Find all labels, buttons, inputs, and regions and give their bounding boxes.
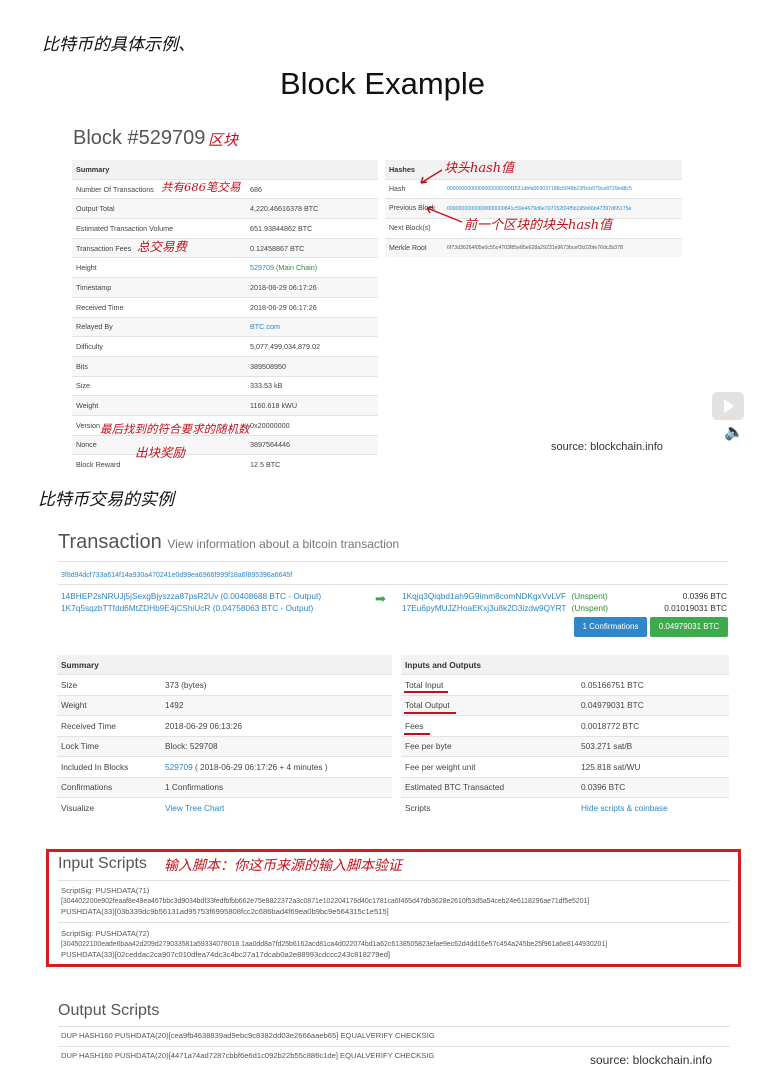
row-value: 1492: [161, 694, 392, 716]
row-value: 0.04979031 BTC: [577, 694, 729, 716]
row-value: Hide scripts & coinbase: [577, 797, 729, 818]
row-label: Received Time: [57, 715, 161, 736]
source-label-bottom: source: blockchain.info: [590, 1053, 713, 1067]
input-script-block: ScriptSig: PUSHDATA(71) [304402200e902fe…: [61, 886, 736, 918]
divider: [58, 880, 730, 881]
hide-scripts-link[interactable]: Hide scripts & coinbase: [581, 803, 668, 813]
source-label-top: source: blockchain.info: [551, 441, 663, 453]
input-address-link[interactable]: 1K7q5sqzbTTfdd6MtZDHb9E4jCShiUcR (0.0475…: [61, 603, 321, 615]
tx-subtitle: View information about a bitcoin transac…: [167, 537, 400, 551]
row-label: Lock Time: [57, 735, 161, 757]
output-amount: 0.01019031 BTC: [664, 602, 727, 613]
row-label: Weight: [57, 694, 161, 716]
input-scripts-title: Input Scripts: [58, 855, 147, 872]
divider: [58, 584, 728, 585]
included-block-link[interactable]: 529709: [165, 762, 193, 772]
io-header: Inputs and Outputs: [401, 655, 729, 675]
arrow-prev: [426, 207, 463, 223]
arrow-right-icon: ➡: [375, 591, 386, 606]
row-value: 0.0018772 BTC: [577, 715, 729, 736]
row-value: 1 Confirmations: [161, 776, 392, 798]
total-amount-button[interactable]: 0.04979031 BTC: [650, 617, 728, 637]
row-value: 373 (bytes): [161, 674, 392, 695]
row-value: 2018-06-29 06:13:26: [161, 715, 392, 736]
row-value: 503.271 sat/B: [577, 735, 729, 757]
row-label: Fee per weight unit: [401, 756, 577, 777]
output-script-line: DUP HASH160 PUSHDATA(20)[cea9fb4638839ad…: [61, 1031, 435, 1040]
tx-inputs: 14BHEP2sNRUJj5jSexgBjyszza87psR2Uv (0.00…: [61, 591, 321, 614]
speaker-icon[interactable]: 🔈: [724, 422, 744, 442]
row-label: Fee per byte: [401, 735, 577, 757]
handwritten-tx-heading: 比特币交易的实例: [38, 490, 174, 510]
divider: [58, 561, 728, 562]
script-line: [3045022100eade6baa42d209d279033581a5933…: [61, 940, 608, 948]
underline-fees: [404, 733, 430, 735]
media-play-icon[interactable]: [712, 392, 744, 420]
output-amount: 0.0396 BTC: [682, 591, 727, 601]
script-line: ScriptSig: PUSHDATA(71): [61, 886, 150, 895]
annotation-arrows: [420, 169, 463, 223]
input-address-link[interactable]: 14BHEP2sNRUJj5jSexgBjyszza87psR2Uv (0.00…: [61, 591, 321, 603]
row-label: Visualize: [57, 797, 161, 818]
tx-hash-link[interactable]: 3f8d94dcf733a614f14a930a470241e0d99ea696…: [61, 572, 292, 579]
tx-title-text: Transaction: [58, 531, 162, 553]
output-script-line: DUP HASH160 PUSHDATA(20)[4471a74ad7287cb…: [61, 1051, 435, 1060]
row-value: 529709 ( 2018-06-29 06:17:26 + 4 minutes…: [161, 756, 392, 777]
output-address-link[interactable]: 1Kqjq3Qiqbd1ah9G9imm8comNDKgxVvLVF: [402, 591, 566, 601]
tx-io-table: Inputs and Outputs Total Input 0.05166751…: [401, 655, 729, 818]
output-status: (Unspent): [571, 591, 608, 601]
tx-title: Transaction View information about a bit…: [58, 531, 399, 554]
row-label: Scripts: [401, 797, 577, 818]
underline-total-input: [404, 691, 448, 693]
arrow-hash: [420, 169, 443, 184]
divider: [58, 922, 730, 923]
output-address-link[interactable]: 17Eu6pyMUJZHoaEKxj3u8k2D3izdw9QYRT: [402, 603, 566, 613]
output-row: 1Kqjq3Qiqbd1ah9G9imm8comNDKgxVvLVF (Unsp…: [402, 591, 727, 603]
confirmations-button[interactable]: 1 Confirmations: [574, 617, 647, 637]
view-tree-chart-link[interactable]: View Tree Chart: [165, 803, 224, 813]
row-value: Block: 529708: [161, 735, 392, 757]
tx-summary-table: Summary Size 373 (bytes) Weight 1492 Recei…: [57, 655, 392, 818]
row-label: Size: [57, 674, 161, 695]
divider: [58, 1046, 730, 1047]
included-block-time: ( 2018-06-29 06:17:26 + 4 minutes ): [192, 761, 328, 772]
row-label: Estimated BTC Transacted: [401, 776, 577, 798]
underline-total-output: [404, 712, 456, 714]
script-line: ScriptSig: PUSHDATA(72): [61, 929, 150, 938]
row-label: Included In Blocks: [57, 756, 161, 777]
script-line: [304402200e902feaaf8e49ea467bbc3d9034bdf…: [61, 897, 590, 905]
output-scripts-title: Output Scripts: [58, 1002, 160, 1019]
row-value: 125.818 sat/WU: [577, 756, 729, 777]
tx-outputs: 1Kqjq3Qiqbd1ah9G9imm8comNDKgxVvLVF (Unsp…: [402, 591, 727, 614]
input-script-block: ScriptSig: PUSHDATA(72) [3045022100eade6…: [61, 929, 736, 961]
divider: [58, 1026, 730, 1027]
output-row: 17Eu6pyMUJZHoaEKxj3u8k2D3izdw9QYRT (Unsp…: [402, 603, 727, 615]
summary-header: Summary: [57, 655, 392, 675]
output-status: (Unspent): [571, 602, 609, 613]
script-line: PUSHDATA(33)[03b339dc9b56131ad95753f6995…: [61, 907, 389, 916]
handwritten-input-scripts: 输入脚本：你这币来源的输入脚本验证: [164, 858, 402, 874]
row-value: View Tree Chart: [161, 797, 392, 818]
script-line: PUSHDATA(33)[02ceddac2ca907c010dfea74dc3…: [61, 950, 391, 959]
row-label: Confirmations: [57, 776, 161, 798]
row-value: 0.0396 BTC: [577, 776, 729, 798]
row-value: 0.05166751 BTC: [577, 674, 729, 695]
